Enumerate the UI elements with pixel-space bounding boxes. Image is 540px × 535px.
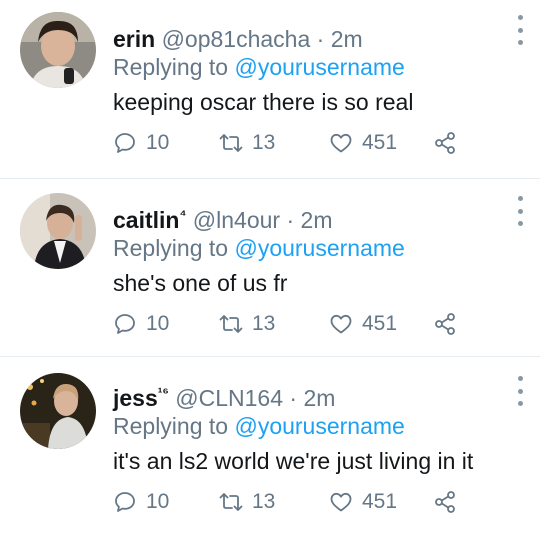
- retweet-count: 13: [252, 312, 276, 335]
- share-button[interactable]: [433, 487, 466, 517]
- action-bar: 10 13 451: [113, 309, 473, 339]
- replying-to-label: Replying to: [113, 413, 229, 439]
- display-name[interactable]: erin: [113, 26, 155, 52]
- reply-count: 10: [146, 312, 170, 335]
- retweet-icon: [219, 134, 243, 152]
- action-bar: 10 13 451: [113, 487, 473, 517]
- share-icon: [435, 132, 455, 154]
- like-count: 451: [362, 131, 398, 154]
- retweet-button[interactable]: 13: [219, 309, 275, 339]
- user-handle[interactable]: @CLN164: [175, 385, 283, 411]
- more-options-dot: [517, 40, 523, 45]
- more-options-dot: [517, 388, 523, 394]
- more-options-button[interactable]: [514, 15, 526, 45]
- action-bar: 10 13 451: [113, 128, 473, 158]
- retweet-count: 13: [252, 490, 276, 513]
- like-button[interactable]: 451: [329, 487, 397, 517]
- retweet-button[interactable]: 13: [219, 487, 275, 517]
- timestamp[interactable]: 2m: [301, 207, 333, 233]
- tweet-text: she's one of us fr: [113, 270, 288, 296]
- retweet-count: 13: [252, 131, 276, 154]
- more-options-icon: [517, 15, 523, 20]
- tweet[interactable]: erin @op81chacha · 2m Replying to @youru…: [0, 0, 540, 178]
- separator: ·: [316, 26, 325, 52]
- like-button[interactable]: 451: [329, 309, 397, 339]
- mention-link[interactable]: @yourusername: [234, 413, 404, 439]
- name-badge: ¹⁶: [157, 384, 169, 400]
- retweet-button[interactable]: 13: [219, 128, 275, 158]
- mention-link[interactable]: @yourusername: [234, 235, 404, 261]
- share-button[interactable]: [433, 128, 466, 158]
- like-icon: [330, 492, 352, 512]
- user-handle[interactable]: @ln4our: [193, 207, 280, 233]
- like-count: 451: [362, 490, 398, 513]
- more-options-dot: [517, 27, 523, 33]
- timestamp[interactable]: 2m: [303, 385, 335, 411]
- avatar[interactable]: [20, 12, 96, 88]
- retweet-icon: [219, 493, 243, 511]
- share-icon: [435, 491, 455, 513]
- tweet-header: caitlin⁴ @ln4our · 2m: [113, 197, 500, 233]
- more-options-dot: [517, 401, 523, 406]
- replying-to-label: Replying to: [113, 54, 229, 80]
- reply-count: 10: [146, 490, 170, 513]
- tweet-text: it's an ls2 world we're just living in i…: [113, 448, 474, 474]
- mention-link[interactable]: @yourusername: [234, 54, 404, 80]
- separator: ·: [289, 385, 298, 411]
- display-name[interactable]: caitlin: [113, 207, 179, 233]
- replying-to: Replying to @yourusername: [113, 231, 500, 265]
- more-options-icon: [517, 196, 523, 201]
- name-badge: ⁴: [179, 206, 187, 222]
- replying-to: Replying to @yourusername: [113, 50, 500, 84]
- tweet-header: jess¹⁶ @CLN164 · 2m: [113, 375, 500, 411]
- retweet-icon: [219, 315, 243, 333]
- share-button[interactable]: [433, 309, 466, 339]
- more-options-dot: [517, 208, 523, 214]
- tweet[interactable]: jess¹⁶ @CLN164 · 2m Replying to @youruse…: [0, 356, 540, 534]
- separator: ·: [286, 207, 295, 233]
- tweet[interactable]: caitlin⁴ @ln4our · 2m Replying to @youru…: [0, 178, 540, 356]
- tweet-text: keeping oscar there is so real: [113, 89, 414, 115]
- more-options-button[interactable]: [514, 376, 526, 406]
- more-options-button[interactable]: [514, 196, 526, 226]
- reply-feed: erin @op81chacha · 2m Replying to @youru…: [0, 0, 540, 535]
- more-options-icon: [517, 376, 523, 381]
- like-icon: [330, 133, 352, 153]
- reply-icon: [115, 133, 135, 153]
- reply-button[interactable]: 10: [113, 309, 169, 339]
- reply-icon: [115, 314, 135, 334]
- like-icon: [330, 314, 352, 334]
- share-icon: [435, 313, 455, 335]
- display-name[interactable]: jess: [113, 385, 158, 411]
- reply-button[interactable]: 10: [113, 487, 169, 517]
- like-count: 451: [362, 312, 398, 335]
- user-handle[interactable]: @op81chacha: [162, 26, 311, 52]
- more-options-dot: [517, 221, 523, 226]
- replying-to: Replying to @yourusername: [113, 409, 500, 443]
- replying-to-label: Replying to: [113, 235, 229, 261]
- reply-count: 10: [146, 131, 170, 154]
- tweet-header: erin @op81chacha · 2m: [113, 16, 500, 52]
- timestamp[interactable]: 2m: [331, 26, 363, 52]
- reply-button[interactable]: 10: [113, 128, 169, 158]
- avatar[interactable]: [20, 193, 96, 269]
- like-button[interactable]: 451: [329, 128, 397, 158]
- reply-icon: [115, 492, 135, 512]
- avatar[interactable]: [20, 373, 96, 449]
